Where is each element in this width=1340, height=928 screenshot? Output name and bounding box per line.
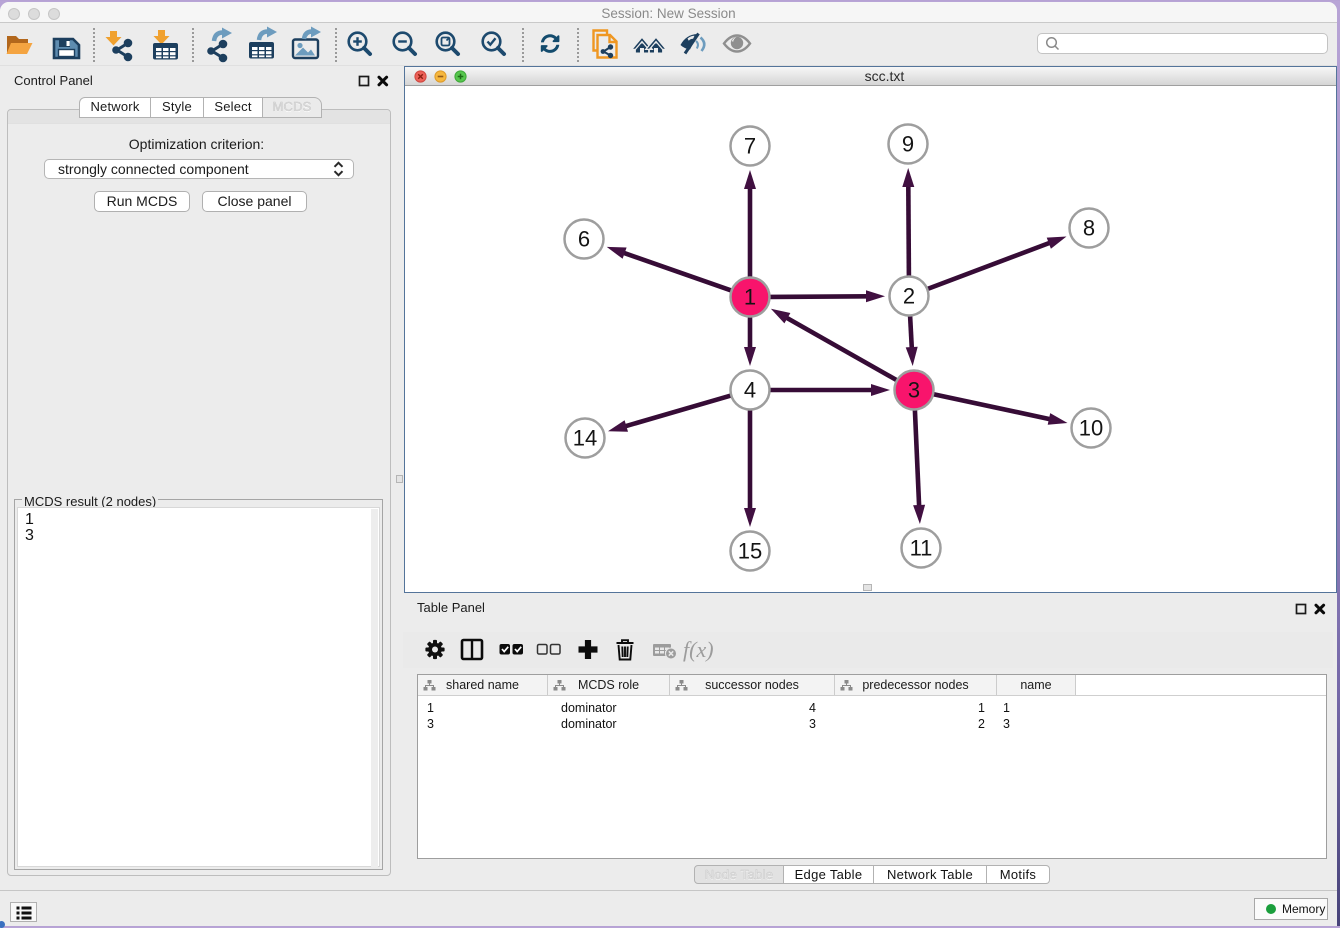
svg-text:7: 7 [744,134,756,159]
svg-text:3: 3 [908,378,920,403]
svg-text:11: 11 [910,536,933,561]
svg-text:2: 2 [903,284,915,309]
svg-text:8: 8 [1083,216,1095,241]
svg-text:1: 1 [744,285,756,310]
svg-text:14: 14 [573,426,597,451]
svg-text:6: 6 [578,227,590,252]
svg-text:f(x): f(x) [683,637,714,662]
svg-text:4: 4 [744,378,756,403]
svg-text:15: 15 [738,539,762,564]
svg-text:10: 10 [1079,416,1103,441]
svg-text:9: 9 [902,132,914,157]
